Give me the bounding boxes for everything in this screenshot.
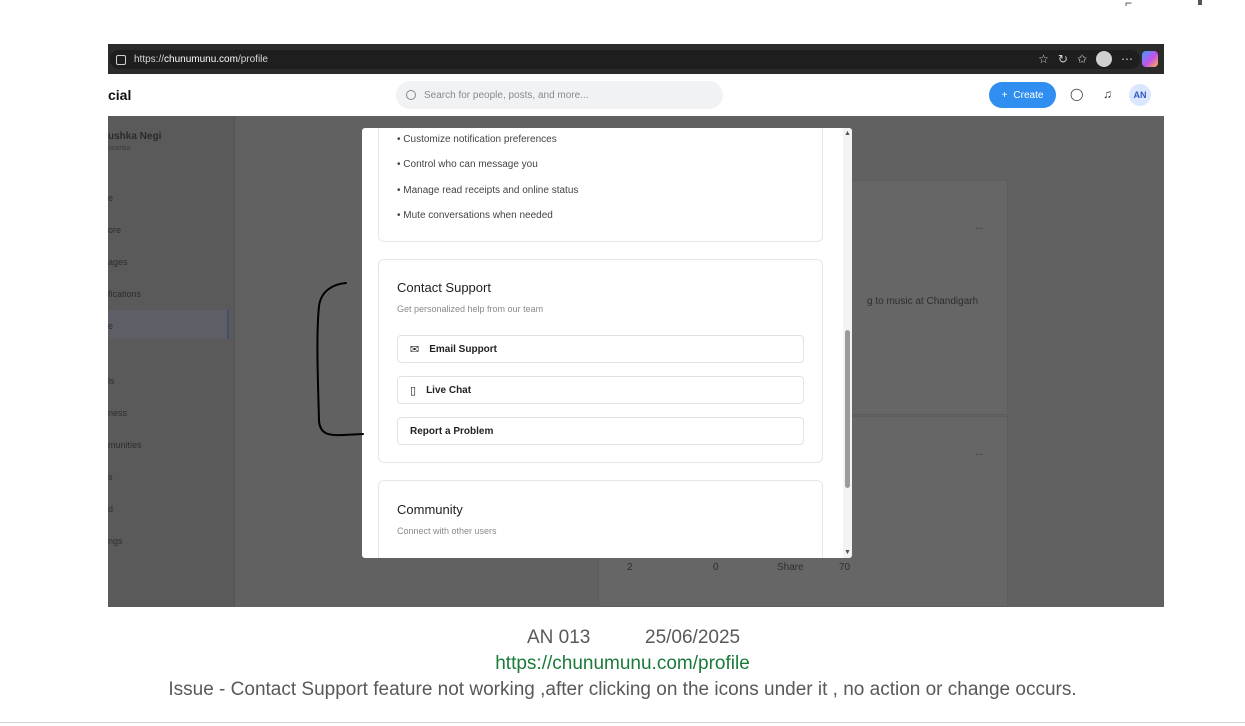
address-url: https://chunumunu.com/profile [134,54,268,65]
create-label: Create [1013,89,1044,101]
sidebar-item-saved[interactable]: d [108,504,113,514]
mail-icon: ✉ [410,343,420,356]
issue-id: AN 013 [527,627,591,648]
handwritten-bracket-annotation [316,282,364,437]
brand-logo[interactable]: cial [108,87,131,103]
sidebar-item-reels[interactable]: ls [108,376,115,386]
bullet-item: • Mute conversations when needed [397,210,553,221]
report-problem-label: Report a Problem [410,425,494,437]
sidebar-item-notifications[interactable]: fications [108,289,141,299]
favorite-star-icon[interactable]: ☆ [1038,50,1049,68]
sidebar-item-messages[interactable]: ages [108,257,128,267]
sidebar-user-name: ushka Negi [108,131,162,142]
sidebar-item-home[interactable]: e [108,193,113,203]
contact-support-title: Contact Support [397,280,491,295]
sidebar-item-communities[interactable]: munities [108,440,142,450]
scrollbar-thumb[interactable] [845,330,850,488]
issue-description: Issue - Contact Support feature not work… [168,679,1077,700]
search-icon [406,90,416,100]
help-modal: • Customize notification preferences • C… [362,128,852,558]
bullet-item: • Customize notification preferences [397,134,557,145]
post-text: g to music at Chandigarh [867,296,979,307]
view-count: 70 [839,562,851,573]
community-title: Community [397,502,463,517]
sidebar-item-profile[interactable]: e [108,321,113,331]
email-support-button[interactable]: ✉ Email Support [397,335,804,363]
live-chat-label: Live Chat [426,384,472,396]
bell-icon[interactable]: ♫ [1103,87,1112,101]
copilot-icon[interactable] [1142,51,1158,67]
contact-support-description: Get personalized help from our team [397,304,544,314]
issue-url-link[interactable]: https://chunumunu.com/profile [0,653,1245,675]
screenshot: https://chunumunu.com/profile ☆ ↻ ✩ ⋯ ci… [108,44,1164,607]
community-description: Connect with other users [397,526,497,536]
chat-icon[interactable]: ◯ [1070,87,1083,101]
phone-icon: ▯ [410,384,417,397]
plus-icon: + [1001,89,1008,101]
sidebar: ushka Negi nushka e ore ages fications e… [108,116,235,607]
email-support-label: Email Support [429,343,498,355]
create-button[interactable]: + Create [989,82,1056,108]
browser-toolbar: https://chunumunu.com/profile ☆ ↻ ✩ ⋯ [108,44,1164,74]
favorites-icon[interactable]: ✩ [1077,50,1087,68]
search-bar[interactable]: Search for people, posts, and more... [396,81,723,109]
refresh-icon[interactable]: ↻ [1058,50,1068,68]
sidebar-item-events[interactable]: s [108,472,113,482]
post-more-button[interactable]: ... [975,447,983,458]
browser-actions: ☆ ↻ ✩ ⋯ [1038,50,1158,68]
community-card: Community Connect with other users [378,480,823,558]
live-chat-button[interactable]: ▯ Live Chat [397,376,804,404]
comment-count[interactable]: 0 [713,562,719,573]
issue-date: 25/06/2025 [645,627,741,648]
contact-support-card: Contact Support Get personalized help fr… [378,259,823,463]
site-info-icon[interactable] [116,54,126,65]
modal-scrollbar[interactable]: ▲ ▼ [843,128,852,558]
bullet-item: • Manage read receipts and online status [397,185,579,196]
scroll-down-arrow-icon[interactable]: ▼ [844,549,851,556]
more-menu-icon[interactable]: ⋯ [1121,50,1133,68]
divider [0,722,1245,723]
sidebar-active-highlight [108,310,229,339]
address-bar[interactable]: https://chunumunu.com/profile [110,50,1140,69]
cropped-text-fragment [1198,0,1202,5]
messaging-settings-card: • Customize notification preferences • C… [378,128,823,242]
sidebar-item-business[interactable]: ness [108,408,127,418]
search-input[interactable]: Search for people, posts, and more... [424,90,589,101]
sidebar-item-explore[interactable]: ore [108,225,121,235]
bullet-item: • Control who can message you [397,159,538,170]
sidebar-item-settings[interactable]: ngs [108,536,123,546]
cropped-text-fragment: ⌐ [1125,0,1139,6]
post-more-button[interactable]: ... [975,221,983,232]
scroll-up-arrow-icon[interactable]: ▲ [844,130,851,137]
app-header: cial Search for people, posts, and more.… [108,74,1164,116]
avatar[interactable]: AN [1129,84,1151,106]
browser-profile-icon[interactable] [1096,51,1112,67]
sidebar-user-handle: nushka [108,145,131,152]
like-count[interactable]: 2 [627,562,633,573]
share-button[interactable]: Share [777,562,804,573]
report-problem-button[interactable]: Report a Problem [397,417,804,445]
